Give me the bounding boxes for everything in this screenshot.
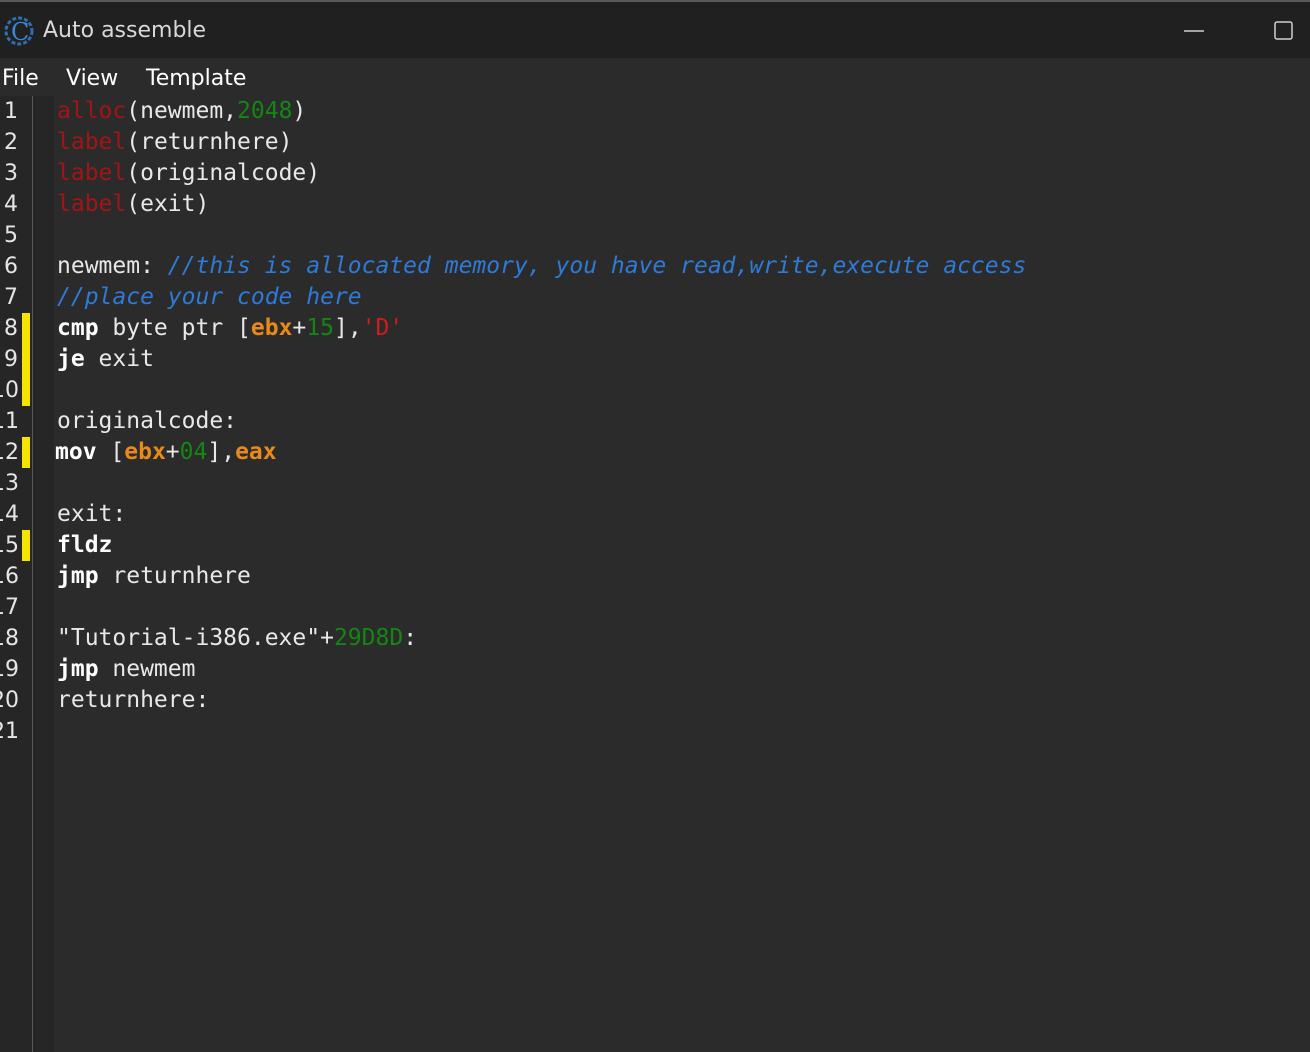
gutter-divider [32,96,33,1052]
code-line-4: label(exit) [57,189,209,220]
line-number: 19 [0,657,19,682]
code-text: ], [333,315,362,341]
code-line-12: mov [ebx+04],eax [55,437,277,468]
title-bar: C Auto assemble [0,0,1310,58]
code-line-6: newmem: //this is allocated memory, you … [57,251,1026,282]
directive: label [57,160,127,186]
window-title: Auto assemble [43,18,207,43]
change-marker [22,437,30,468]
line-number: 17 [0,595,19,620]
code-text: (newmem, [126,98,238,124]
code-line-14: exit: [57,499,126,530]
code-text: ) [292,98,307,124]
line-number: 20 [0,688,19,713]
code-line-20: returnhere: [57,685,209,716]
line-number: 12 [0,440,19,465]
code-line-11: originalcode: [57,406,237,437]
register: ebx [124,439,166,465]
instruction: je [57,346,85,372]
line-number: 16 [0,564,19,589]
line-number: 13 [0,471,19,496]
line-number-gutter: 123456789101112131415161718192021 [0,96,54,1052]
number: 29D8D [333,625,404,651]
code-text: ], [207,439,236,465]
comment: //place your code here [57,284,362,310]
code-text: returnhere [98,563,251,589]
instruction: jmp [57,656,99,682]
code-line-19: jmp newmem [57,654,195,685]
code-line-16: jmp returnhere [57,561,251,592]
code-text: [ [96,439,125,465]
line-number: 8 [4,316,18,341]
number: 15 [306,315,334,341]
line-number: 21 [0,719,19,744]
menu-template[interactable]: Template [146,66,246,91]
menu-file[interactable]: File [2,66,39,91]
minimize-button[interactable] [1170,14,1210,48]
number: 2048 [237,98,293,124]
number: 04 [179,439,208,465]
code-text: "Tutorial-i386.exe"+ [57,625,334,651]
directive: alloc [57,98,127,124]
code-label: newmem: [57,253,168,279]
svg-text:C: C [11,18,29,46]
code-text: exit [84,346,154,372]
instruction: jmp [57,563,99,589]
line-number: 2 [4,130,18,155]
code-text: byte ptr [ [98,315,251,341]
menu-view[interactable]: View [66,66,118,91]
code-line-2: label(returnhere) [57,127,292,158]
string-literal: 'D' [361,315,404,341]
change-marker [22,313,30,406]
code-label: returnhere: [57,687,210,713]
line-number: 10 [0,378,19,403]
code-text: + [292,315,307,341]
comment: //this is allocated memory, you have rea… [167,253,1027,279]
code-line-18: "Tutorial-i386.exe"+29D8D: [57,623,417,654]
maximize-button[interactable] [1266,14,1306,48]
code-text: newmem [98,656,196,682]
directive: label [57,191,127,217]
line-number: 4 [4,192,18,217]
register: eax [235,439,277,465]
line-number: 14 [0,502,19,527]
line-number: 6 [4,254,18,279]
instruction: cmp [57,315,99,341]
code-text: (originalcode) [126,160,321,186]
line-number: 18 [0,626,19,651]
change-marker [22,530,30,561]
line-number: 11 [0,409,19,434]
code-text: + [165,439,180,465]
line-number: 5 [4,223,18,248]
menu-bar: File View Template [0,58,1310,96]
code-text: : [403,625,418,651]
cheat-engine-icon[interactable]: C [2,14,36,48]
instruction: mov [55,439,97,465]
instruction: fldz [57,532,113,558]
code-line-15: fldz [57,530,112,561]
line-number: 1 [4,99,18,124]
code-line-1: alloc(newmem,2048) [57,96,306,127]
code-line-8: cmp byte ptr [ebx+15],'D' [57,313,403,344]
directive: label [57,129,127,155]
line-number: 15 [0,533,19,558]
code-text: (returnhere) [126,129,293,155]
line-number: 9 [4,347,18,372]
code-label: originalcode: [57,408,238,434]
line-number: 7 [4,285,18,310]
code-text: (exit) [126,191,210,217]
code-editor[interactable]: alloc(newmem,2048) label(returnhere) lab… [54,96,1310,1052]
code-line-3: label(originalcode) [57,158,320,189]
code-line-9: je exit [57,344,154,375]
register: ebx [250,315,293,341]
code-line-7: //place your code here [57,282,362,313]
line-number: 3 [4,161,18,186]
code-label: exit: [57,501,127,527]
